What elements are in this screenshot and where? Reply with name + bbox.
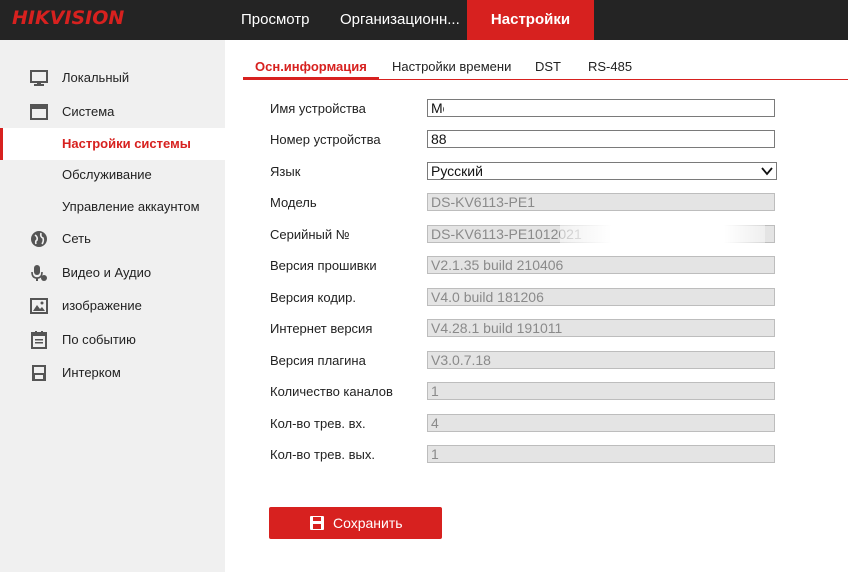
channels-label: Количество каналов (270, 384, 393, 399)
sidebar-item-label: Управление аккаунтом (62, 199, 200, 214)
alarm-out-field: 1 (427, 445, 775, 463)
sidebar-item-label: Интерком (62, 365, 121, 380)
sidebar-item-system-settings[interactable]: Настройки системы (0, 128, 225, 160)
plugin-field: V3.0.7.18 (427, 351, 775, 369)
sidebar-item-maintenance[interactable]: Обслуживание (0, 159, 225, 191)
sidebar-item-system[interactable]: Система (0, 96, 225, 128)
sidebar-item-label: Настройки системы (62, 136, 191, 151)
save-button[interactable]: Сохранить (269, 507, 442, 539)
system-icon (30, 104, 48, 120)
tab-basic-info[interactable]: Осн.информация (243, 58, 379, 80)
encoding-field: V4.0 build 181206 (427, 288, 775, 306)
language-select[interactable]: Русский (427, 162, 777, 180)
model-field: DS-KV6113-PE1 (427, 193, 775, 211)
floppy-disk-icon (310, 516, 324, 530)
redaction-mark (444, 102, 564, 116)
sidebar-item-label: Система (62, 104, 115, 119)
top-bar: HIKVISION Просмотр Организационн... Наст… (0, 0, 848, 40)
monitor-icon (30, 70, 48, 86)
plugin-label: Версия плагина (270, 353, 366, 368)
calendar-icon (31, 331, 47, 349)
plugin-value: V3.0.7.18 (431, 352, 491, 368)
redaction-mark (560, 222, 765, 244)
channels-field: 1 (427, 382, 775, 400)
alarm-in-value: 4 (431, 415, 439, 431)
nav-tab-live-view[interactable]: Просмотр (241, 0, 310, 40)
alarm-in-label: Кол-во трев. вх. (270, 416, 366, 431)
sidebar-item-label: Локальный (62, 70, 130, 85)
sidebar-item-label: Сеть (62, 231, 91, 246)
firmware-field: V2.1.35 build 210406 (427, 256, 775, 274)
encoding-value: V4.0 build 181206 (431, 289, 544, 305)
nav-tab-organization[interactable]: Организационн... (340, 0, 460, 40)
save-button-label: Сохранить (333, 515, 403, 531)
firmware-value: V2.1.35 build 210406 (431, 257, 564, 273)
chevron-down-icon (761, 167, 773, 176)
tab-rs485[interactable]: RS-485 (588, 58, 632, 78)
subtab-bar: Осн.информация Настройки времени DST RS-… (243, 58, 848, 80)
language-value: Русский (431, 163, 483, 179)
hikvision-logo: HIKVISION (12, 7, 125, 29)
image-icon (30, 298, 48, 314)
sidebar: Локальный Система Настройки системы Обсл… (0, 40, 225, 572)
globe-icon (31, 231, 47, 247)
web-version-label: Интернет версия (270, 321, 373, 336)
language-label: Язык (270, 164, 301, 179)
sidebar-item-label: изображение (62, 298, 142, 313)
model-label: Модель (270, 195, 317, 210)
sidebar-item-label: Обслуживание (62, 167, 152, 182)
nav-tab-settings[interactable]: Настройки (467, 0, 594, 40)
sidebar-item-network[interactable]: Сеть (0, 223, 225, 255)
device-number-value: 88 (431, 131, 447, 147)
model-value: DS-KV6113-PE1 (431, 194, 536, 210)
web-version-value: V4.28.1 build 191011 (431, 320, 563, 336)
device-number-field[interactable]: 88 (427, 130, 775, 148)
sidebar-item-label: По событию (62, 332, 136, 347)
sidebar-item-label: Видео и Аудио (62, 265, 152, 280)
alarm-out-label: Кол-во трев. вых. (270, 447, 375, 462)
intercom-icon (32, 365, 46, 381)
serial-label: Серийный № (270, 227, 350, 242)
device-number-label: Номер устройства (270, 132, 381, 147)
sidebar-item-local[interactable]: Локальный (0, 62, 225, 94)
firmware-label: Версия прошивки (270, 258, 377, 273)
alarm-out-value: 1 (431, 446, 439, 462)
device-name-label: Имя устройства (270, 101, 366, 116)
alarm-in-field: 4 (427, 414, 775, 432)
tab-time-settings[interactable]: Настройки времени (392, 58, 511, 78)
channels-value: 1 (431, 383, 439, 399)
sidebar-item-account-management[interactable]: Управление аккаунтом (0, 191, 225, 223)
sidebar-item-video-audio[interactable]: Видео и Аудио (0, 257, 225, 289)
tab-dst[interactable]: DST (535, 58, 561, 78)
sidebar-item-event[interactable]: По событию (0, 324, 225, 356)
microphone-icon (31, 265, 47, 281)
encoding-label: Версия кодир. (270, 290, 357, 305)
sidebar-item-image[interactable]: изображение (0, 290, 225, 322)
sidebar-item-intercom[interactable]: Интерком (0, 357, 225, 389)
web-version-field: V4.28.1 build 191011 (427, 319, 775, 337)
